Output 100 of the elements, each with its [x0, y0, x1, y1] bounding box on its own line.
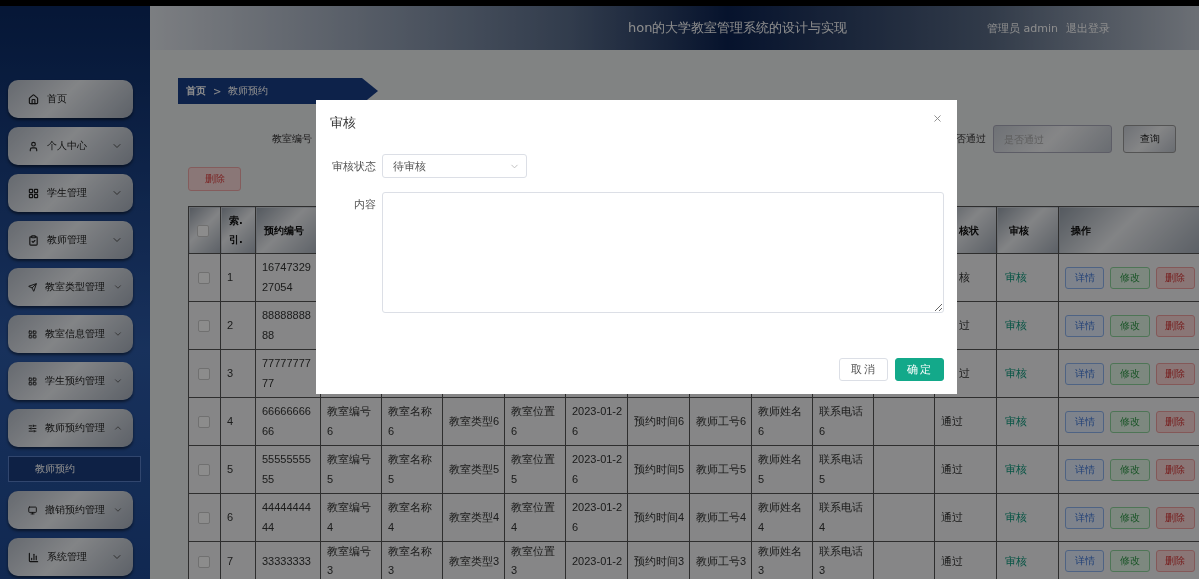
delete-button[interactable]: 删除 — [1155, 458, 1195, 481]
row-checkbox[interactable] — [198, 555, 210, 568]
table-cell: 教室名称4 — [381, 493, 443, 542]
filter-label: 否通过 — [956, 132, 986, 146]
review-link[interactable]: 审核 — [1005, 318, 1027, 331]
row-checkbox[interactable] — [198, 367, 210, 380]
table-cell: 通过 — [934, 493, 997, 542]
details-button[interactable]: 详情 — [1065, 314, 1105, 337]
breadcrumb-link[interactable]: 教师预约 — [228, 84, 269, 98]
details-button[interactable]: 详情 — [1065, 506, 1105, 529]
sidebar-item[interactable]: 学生预约管理 — [8, 362, 133, 400]
edit-button[interactable]: 修改 — [1110, 362, 1150, 385]
edit-button[interactable]: 修改 — [1110, 314, 1150, 337]
table-cell: 预约时间4 — [627, 493, 690, 542]
review-link[interactable]: 审核 — [1005, 366, 1027, 379]
details-button[interactable]: 详情 — [1065, 410, 1105, 433]
table-cell: 3 — [220, 349, 256, 398]
edit-button[interactable]: 修改 — [1110, 410, 1150, 433]
table-cell: 通过 — [934, 541, 997, 579]
delete-button[interactable]: 删除 — [1155, 362, 1195, 385]
details-button[interactable]: 详情 — [1065, 266, 1105, 289]
table-cell: 联系电话4 — [812, 493, 874, 542]
edit-button[interactable]: 修改 — [1110, 266, 1150, 289]
table-cell: 教室类型5 — [442, 445, 505, 494]
row-checkbox[interactable] — [198, 463, 210, 476]
sidebar-item[interactable]: 教室信息管理 — [8, 315, 133, 353]
table-cell: 通过 — [934, 445, 997, 494]
delete-button[interactable]: 删除 — [1155, 266, 1195, 289]
table-cell: 教室类型4 — [442, 493, 505, 542]
review-link[interactable]: 审核 — [1005, 554, 1027, 567]
table-cell: 2023-01-26 — [565, 493, 628, 542]
row-checkbox[interactable] — [198, 511, 210, 524]
delete-button[interactable]: 删除 — [188, 167, 241, 191]
table-cell: 教室位置6 — [504, 397, 566, 446]
table-cell: 教师姓名5 — [751, 445, 813, 494]
field-label: 审核状态 — [331, 159, 376, 174]
grid-icon — [28, 187, 39, 199]
table-cell: 33333333 — [255, 541, 321, 579]
table-cell: 1 — [220, 253, 256, 302]
table-cell: 教室编号4 — [320, 493, 382, 542]
details-button[interactable]: 详情 — [1065, 362, 1105, 385]
sidebar-item[interactable]: 个人中心 — [8, 127, 133, 165]
search-label: 教室编号 — [272, 132, 312, 146]
content-field[interactable] — [382, 192, 944, 313]
review-link[interactable]: 审核 — [1005, 462, 1027, 475]
header-cell: 审核 — [996, 206, 1059, 254]
edit-button[interactable]: 修改 — [1110, 458, 1150, 481]
search-button[interactable]: 查询 — [1123, 125, 1176, 153]
row-checkbox[interactable] — [198, 271, 210, 284]
delete-button[interactable]: 删除 — [1155, 550, 1195, 573]
table-cell: 2023-01-26 — [565, 397, 628, 446]
review-link[interactable]: 审核 — [1005, 510, 1027, 523]
details-button[interactable]: 详情 — [1065, 550, 1105, 573]
sidebar-item[interactable]: 撤销预约管理 — [8, 491, 133, 529]
sidebar-item[interactable]: 教师管理 — [8, 221, 133, 259]
edit-button[interactable]: 修改 — [1110, 506, 1150, 529]
table-cell: 教室名称3 — [381, 541, 443, 579]
delete-button[interactable]: 删除 — [1155, 410, 1195, 433]
review-link[interactable]: 审核 — [1005, 414, 1027, 427]
delete-button[interactable]: 删除 — [1155, 506, 1195, 529]
sidebar-item[interactable]: 学生管理 — [8, 174, 133, 212]
home-icon — [28, 93, 39, 105]
sidebar-item[interactable]: 首页 — [8, 80, 133, 118]
sidebar-subitem[interactable]: 教师预约 — [8, 456, 141, 482]
header-cell: 操作 — [1058, 206, 1199, 254]
bar-chart-icon — [28, 551, 39, 563]
sidebar-item[interactable]: 系统管理 — [8, 538, 133, 576]
table-cell: 教室类型3 — [442, 541, 505, 579]
table-cell: 教室编号6 — [320, 397, 382, 446]
row-checkbox[interactable] — [198, 415, 210, 428]
table-cell: 教师工号3 — [689, 541, 752, 579]
status-select[interactable]: 待审核 — [382, 154, 527, 178]
table-cell: 教室名称6 — [381, 397, 443, 446]
close-icon[interactable] — [932, 113, 943, 124]
table-cell: 教师姓名3 — [751, 541, 813, 579]
monitor-icon — [28, 504, 38, 516]
table-cell: 6666666666 — [255, 397, 321, 446]
select-all-checkbox[interactable] — [197, 224, 209, 237]
field-label: 内容 — [353, 197, 376, 212]
table-cell: 2 — [220, 301, 256, 350]
breadcrumb-link[interactable]: 首页 — [186, 84, 206, 98]
table-cell: 2023-01-2 — [565, 541, 628, 579]
dialog-title: 审核 — [330, 114, 356, 132]
table-cell: 教师工号5 — [689, 445, 752, 494]
table-cell: 教师姓名6 — [751, 397, 813, 446]
confirm-button[interactable]: 确定 — [895, 358, 944, 381]
table-cell: 教室位置5 — [504, 445, 566, 494]
row-checkbox[interactable] — [198, 319, 210, 332]
cancel-button[interactable]: 取消 — [839, 358, 888, 381]
table-cell: 通过 — [934, 397, 997, 446]
sidebar-item[interactable]: 教师预约管理 — [8, 409, 133, 447]
edit-button[interactable]: 修改 — [1110, 550, 1150, 573]
table-cell: 预约时间3 — [627, 541, 690, 579]
details-button[interactable]: 详情 — [1065, 458, 1105, 481]
table-cell: 5555555555 — [255, 445, 321, 494]
table-cell: 4444444444 — [255, 493, 321, 542]
table-cell: 教室位置4 — [504, 493, 566, 542]
delete-button[interactable]: 删除 — [1155, 314, 1195, 337]
sidebar-item[interactable]: 教室类型管理 — [8, 268, 133, 306]
review-link[interactable]: 审核 — [1005, 270, 1027, 283]
